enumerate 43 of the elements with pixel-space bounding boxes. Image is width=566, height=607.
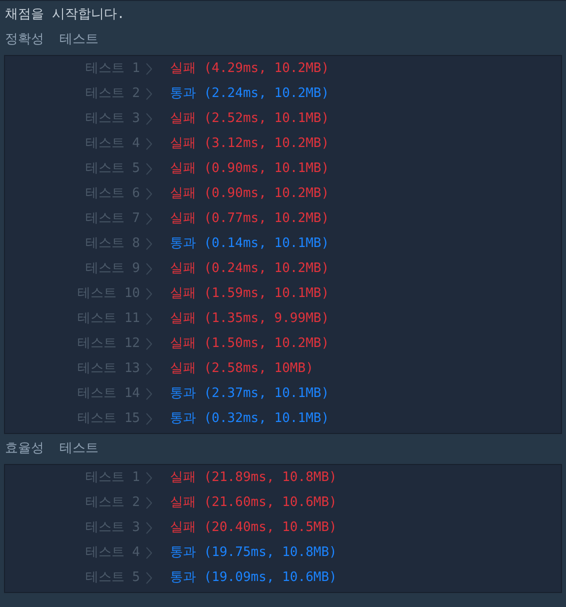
chevron-icon bbox=[146, 62, 152, 74]
section-title: 정확성 테스트 bbox=[4, 31, 100, 49]
chevron-icon bbox=[146, 112, 152, 124]
chevron-icon bbox=[146, 88, 152, 100]
test-result: 실패 (1.50ms, 10.2MB) bbox=[170, 334, 330, 353]
test-result: 실패 (0.90ms, 10.1MB) bbox=[170, 160, 330, 178]
test-result: 실패 (1.59ms, 10.1MB) bbox=[170, 284, 330, 303]
test-result: 실패 (1.35ms, 9.99MB) bbox=[170, 310, 330, 328]
test-result: 실패 (2.58ms, 10MB) bbox=[170, 360, 314, 378]
status-message: 채점을 시작합니다. bbox=[4, 6, 126, 24]
chevron-icon bbox=[146, 212, 152, 224]
chevron-icon bbox=[146, 572, 152, 584]
chevron-icon bbox=[146, 262, 152, 274]
test-result: 통과 (19.75ms, 10.8MB) bbox=[170, 544, 337, 562]
test-result: 실패 (21.89ms, 10.8MB) bbox=[170, 468, 337, 487]
chevron-icon bbox=[146, 338, 152, 350]
test-result: 실패 (2.52ms, 10.1MB) bbox=[170, 110, 330, 128]
test-result: 통과 (0.32ms, 10.1MB) bbox=[170, 410, 330, 428]
test-result: 실패 (21.60ms, 10.6MB) bbox=[170, 494, 337, 512]
chevron-icon bbox=[146, 546, 152, 558]
chevron-icon bbox=[146, 472, 152, 484]
chevron-icon bbox=[146, 496, 152, 508]
chevron-icon bbox=[146, 288, 152, 300]
test-result: 실패 (0.77ms, 10.2MB) bbox=[170, 210, 330, 228]
chevron-icon bbox=[146, 312, 152, 324]
section-title: 효율성 테스트 bbox=[4, 440, 100, 458]
test-result: 실패 (20.40ms, 10.5MB) bbox=[170, 518, 337, 537]
test-result: 통과 (19.09ms, 10.6MB) bbox=[170, 568, 337, 587]
chevron-icon bbox=[146, 362, 152, 374]
chevron-icon bbox=[146, 388, 152, 400]
chevron-icon bbox=[146, 238, 152, 250]
test-result: 실패 (4.29ms, 10.2MB) bbox=[170, 60, 330, 78]
chevron-icon bbox=[146, 162, 152, 174]
test-result: 실패 (0.24ms, 10.2MB) bbox=[170, 260, 330, 278]
chevron-icon bbox=[146, 412, 152, 424]
test-result: 통과 (2.24ms, 10.2MB) bbox=[170, 84, 330, 103]
chevron-icon bbox=[146, 138, 152, 150]
test-result: 통과 (2.37ms, 10.1MB) bbox=[170, 384, 330, 403]
test-result: 실패 (3.12ms, 10.2MB) bbox=[170, 134, 330, 153]
chevron-icon bbox=[146, 522, 152, 534]
test-result: 실패 (0.90ms, 10.2MB) bbox=[170, 184, 330, 203]
chevron-icon bbox=[146, 188, 152, 200]
test-result: 통과 (0.14ms, 10.1MB) bbox=[170, 234, 330, 253]
